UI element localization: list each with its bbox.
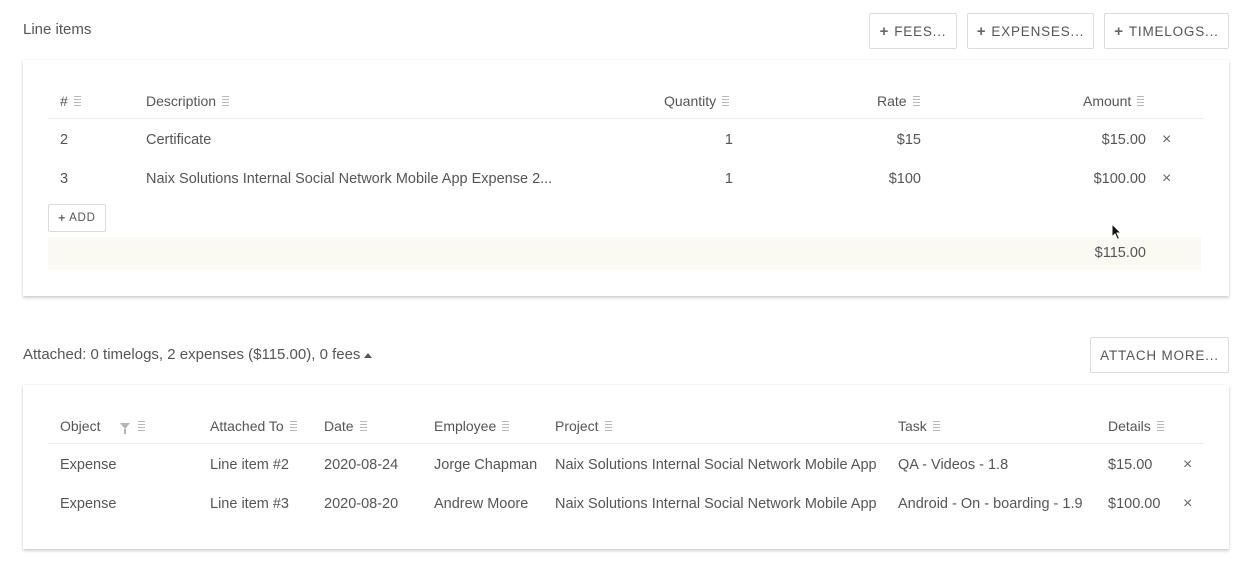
attached-employee: Andrew Moore [434, 496, 529, 512]
add-expenses-button[interactable]: + EXPENSES... [967, 13, 1094, 49]
line-item-amount: $100.00 [1093, 171, 1146, 187]
column-header-description[interactable]: Description [146, 93, 230, 109]
attached-object: Expense [60, 457, 117, 473]
header-divider [48, 443, 1204, 444]
column-menu-icon[interactable] [222, 96, 230, 106]
column-menu-icon[interactable] [73, 96, 81, 106]
line-item-quantity[interactable]: 1 [673, 132, 733, 148]
total-amount: $115.00 [1094, 245, 1146, 261]
column-menu-icon[interactable] [932, 421, 940, 431]
line-item-rate[interactable]: $15 [841, 132, 921, 148]
column-header-project[interactable]: Project [555, 418, 612, 434]
line-item-quantity[interactable]: 1 [673, 171, 733, 187]
attached-to: Line item #3 [210, 496, 289, 512]
add-expenses-label: EXPENSES... [991, 23, 1085, 39]
attached-project: Naix Solutions Internal Social Network M… [555, 496, 877, 512]
total-row: $115.00 [48, 237, 1201, 270]
column-header-attached-to[interactable]: Attached To [210, 418, 297, 434]
line-item-description[interactable]: Certificate [146, 132, 211, 148]
attached-task: Android - On - boarding - 1.9 [898, 496, 1083, 512]
column-header-amount[interactable]: Amount [1083, 93, 1145, 109]
detach-icon[interactable]: × [1183, 457, 1192, 473]
attach-more-button[interactable]: ATTACH MORE... [1090, 337, 1229, 373]
add-line-item-button[interactable]: + ADD [48, 204, 106, 232]
column-header-details[interactable]: Details [1108, 418, 1164, 434]
column-header-quantity[interactable]: Quantity [664, 93, 730, 109]
line-item-number: 3 [60, 171, 69, 187]
attached-object: Expense [60, 496, 117, 512]
plus-icon: + [58, 211, 67, 225]
line-item-number: 2 [60, 132, 69, 148]
add-fees-button[interactable]: + FEES... [869, 13, 957, 49]
column-menu-icon[interactable] [1156, 421, 1164, 431]
plus-icon: + [1114, 22, 1124, 40]
line-items-card: # Description Quantity Rate Amount 2 Cer… [23, 60, 1229, 296]
add-timelogs-label: TIMELOGS... [1128, 23, 1219, 39]
line-item-rate[interactable]: $100 [841, 171, 921, 187]
attached-details: $15.00 [1108, 457, 1153, 473]
attached-details: $100.00 [1108, 496, 1161, 512]
header-divider [48, 118, 1204, 119]
column-menu-icon[interactable] [604, 421, 612, 431]
line-items-title: Line items [23, 21, 92, 38]
plus-icon: + [879, 22, 890, 40]
column-menu-icon[interactable] [359, 421, 367, 431]
plus-icon: + [976, 22, 987, 40]
column-header-rate[interactable]: Rate [877, 93, 920, 109]
caret-up-icon [364, 352, 373, 358]
column-header-employee[interactable]: Employee [434, 418, 510, 434]
remove-line-item-icon[interactable]: × [1162, 132, 1171, 148]
add-timelogs-button[interactable]: + TIMELOGS... [1104, 13, 1229, 49]
column-menu-icon[interactable] [502, 421, 510, 431]
mouse-cursor-icon [1111, 223, 1123, 241]
column-menu-icon[interactable] [722, 96, 730, 106]
column-menu-icon[interactable] [912, 96, 920, 106]
column-menu-icon[interactable] [289, 421, 297, 431]
attached-employee: Jorge Chapman [434, 457, 538, 473]
attached-summary-label: Attached: 0 timelogs, 2 expenses ($115.0… [23, 346, 361, 363]
column-header-number[interactable]: # [60, 93, 81, 109]
column-header-object[interactable]: Object [60, 418, 146, 434]
attached-card: Object Attached To Date Employee Project… [23, 385, 1229, 549]
attached-to: Line item #2 [210, 457, 289, 473]
detach-icon[interactable]: × [1183, 496, 1192, 512]
line-item-amount: $15.00 [1101, 132, 1146, 148]
column-header-task[interactable]: Task [898, 418, 940, 434]
add-label: ADD [69, 212, 96, 224]
add-fees-label: FEES... [894, 23, 947, 39]
column-header-date[interactable]: Date [324, 418, 367, 434]
attached-date: 2020-08-20 [324, 496, 399, 512]
attached-summary-toggle[interactable]: Attached: 0 timelogs, 2 expenses ($115.0… [23, 346, 373, 363]
filter-icon[interactable] [120, 423, 131, 434]
line-item-description[interactable]: Naix Solutions Internal Social Network M… [146, 171, 552, 187]
remove-line-item-icon[interactable]: × [1162, 171, 1171, 187]
attached-date: 2020-08-24 [324, 457, 399, 473]
attach-more-label: ATTACH MORE... [1100, 347, 1219, 363]
column-menu-icon[interactable] [138, 421, 146, 431]
column-menu-icon[interactable] [1137, 96, 1145, 106]
attached-project: Naix Solutions Internal Social Network M… [555, 457, 877, 473]
attached-task: QA - Videos - 1.8 [898, 457, 1009, 473]
